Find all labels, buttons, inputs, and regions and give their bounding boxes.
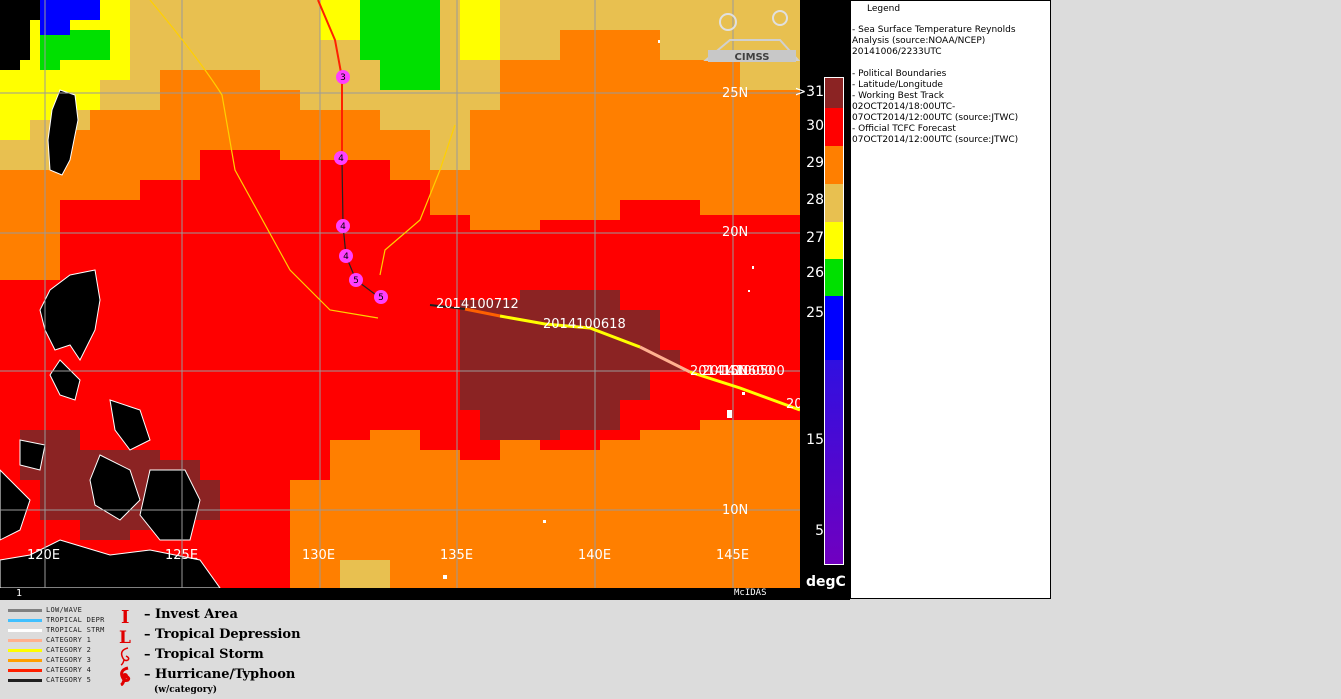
frame-number: 1 — [16, 588, 23, 599]
track-key-tropical-depr: TROPICAL DEPR — [8, 615, 118, 625]
panay — [19, 439, 46, 471]
svg-text:5: 5 — [353, 276, 359, 286]
legend-line: 20141006/2233UTC — [852, 47, 942, 57]
cb-label-29: 29 — [806, 155, 824, 171]
lon-label-140e: 140E — [578, 548, 611, 563]
symbol-key-storm: – Tropical Storm — [118, 646, 318, 666]
track-label-2014100500: 2014100500 — [702, 364, 785, 379]
symbol-key-note: (w/category) — [154, 685, 218, 695]
legend-line: - Working Best Track — [852, 91, 945, 101]
swatch-29 — [825, 146, 843, 184]
svg-text:5: 5 — [378, 293, 384, 303]
storm-marker-4a[interactable]: 4 — [334, 151, 348, 165]
track-key-category-3: CATEGORY 3 — [8, 655, 118, 665]
svg-text:I: I — [121, 607, 129, 626]
cb-label-15: 15 — [806, 432, 824, 448]
storm-marker-3[interactable]: 3 — [336, 70, 350, 84]
sst-map: 25N 20N 15N 10N 120E 125E 130E 135E 140E… — [0, 0, 800, 600]
legend-line: 07OCT2014/12:00UTC (source:JTWC) — [852, 113, 1019, 123]
swatch-30 — [825, 108, 843, 146]
swatch-27 — [825, 222, 843, 259]
svg-text:4: 4 — [338, 154, 344, 164]
cb-label-5: 5 — [815, 523, 824, 539]
tropical-storm-icon — [120, 647, 130, 666]
cb-label-28: 28 — [806, 192, 824, 208]
svg-text:3: 3 — [340, 73, 346, 83]
track-key-category-1: CATEGORY 1 — [8, 635, 118, 645]
legend-line: 07OCT2014/12:00UTC (source:JTWC) — [852, 135, 1019, 145]
legend-line: 02OCT2014/18:00UTC- — [852, 102, 956, 112]
svg-text:4: 4 — [340, 222, 346, 232]
cb-label-31: >31 — [794, 84, 824, 100]
symbol-key-depression: L – Tropical Depression — [119, 627, 301, 646]
invest-icon: I — [121, 607, 129, 626]
track-key-category-2: CATEGORY 2 — [8, 645, 118, 655]
track-key-low-wave: LOW/WAVE — [8, 605, 118, 615]
lon-label-145e: 145E — [716, 548, 749, 563]
lon-label-130e: 130E — [302, 548, 335, 563]
track-key-category-5: CATEGORY 5 — [8, 675, 118, 685]
svg-text:CIMSS: CIMSS — [735, 52, 770, 63]
cb-label-26: 26 — [806, 265, 824, 281]
svg-text:4: 4 — [343, 252, 349, 262]
legend-line: - Official TCFC Forecast — [852, 124, 956, 134]
track-label-2014100712: 2014100712 — [436, 297, 519, 312]
track-key-tropical-strm: TROPICAL STRM — [8, 625, 118, 635]
lat-label-25n: 25N — [722, 86, 748, 101]
swatch-28 — [825, 184, 843, 222]
hurricane-icon — [120, 666, 131, 686]
legend-line: - Latitude/Longitude — [852, 80, 943, 90]
swatch-26 — [825, 259, 843, 296]
lon-label-120e: 120E — [27, 548, 60, 563]
storm-marker-5a[interactable]: 5 — [349, 273, 363, 287]
swatch-31 — [825, 78, 843, 108]
colorbar-unit: degC — [806, 574, 846, 590]
symbol-key-invest: I – Invest Area — [118, 606, 318, 626]
legend-panel: Legend - Sea Surface Temperature Reynold… — [850, 0, 1051, 599]
svg-text:L: L — [119, 628, 131, 646]
lat-label-10n: 10N — [722, 503, 748, 518]
swatch-15-5 — [825, 360, 843, 564]
lon-label-135e: 135E — [440, 548, 473, 563]
legend-line: - Sea Surface Temperature Reynolds — [852, 25, 1016, 35]
depression-icon: L — [119, 628, 131, 646]
track-label-2014100618: 2014100618 — [543, 317, 626, 332]
legend-title: Legend — [867, 4, 901, 14]
storm-marker-4c[interactable]: 4 — [339, 249, 353, 263]
storm-marker-4b[interactable]: 4 — [336, 219, 350, 233]
sst-28-south — [340, 560, 390, 588]
storm-marker-5b[interactable]: 5 — [374, 290, 388, 304]
legend-line: Analysis (source:NOAA/NCEP) — [852, 36, 986, 46]
track-label-partial: 20 — [786, 397, 800, 412]
legend-line: - Political Boundaries — [852, 69, 947, 79]
lon-label-125e: 125E — [165, 548, 198, 563]
cb-label-30: 30 — [806, 118, 824, 134]
cb-label-25: 25 — [806, 305, 824, 321]
colorbar-frame — [824, 77, 844, 565]
sst-colorbar: >31 30 29 28 27 26 25 15 5 degC — [794, 0, 850, 600]
mcidas-label: McIDAS — [734, 588, 767, 598]
symbol-key-typhoon: – Hurricane/Typhoon — [118, 666, 318, 686]
swatch-25 — [825, 296, 843, 360]
map-canvas: 25N 20N 15N 10N 120E 125E 130E 135E 140E… — [0, 0, 800, 588]
cb-label-27: 27 — [806, 230, 824, 246]
track-legend: LOW/WAVE TROPICAL DEPR TROPICAL STRM CAT… — [0, 600, 800, 699]
track-key-category-4: CATEGORY 4 — [8, 665, 118, 675]
lat-label-20n: 20N — [722, 225, 748, 240]
